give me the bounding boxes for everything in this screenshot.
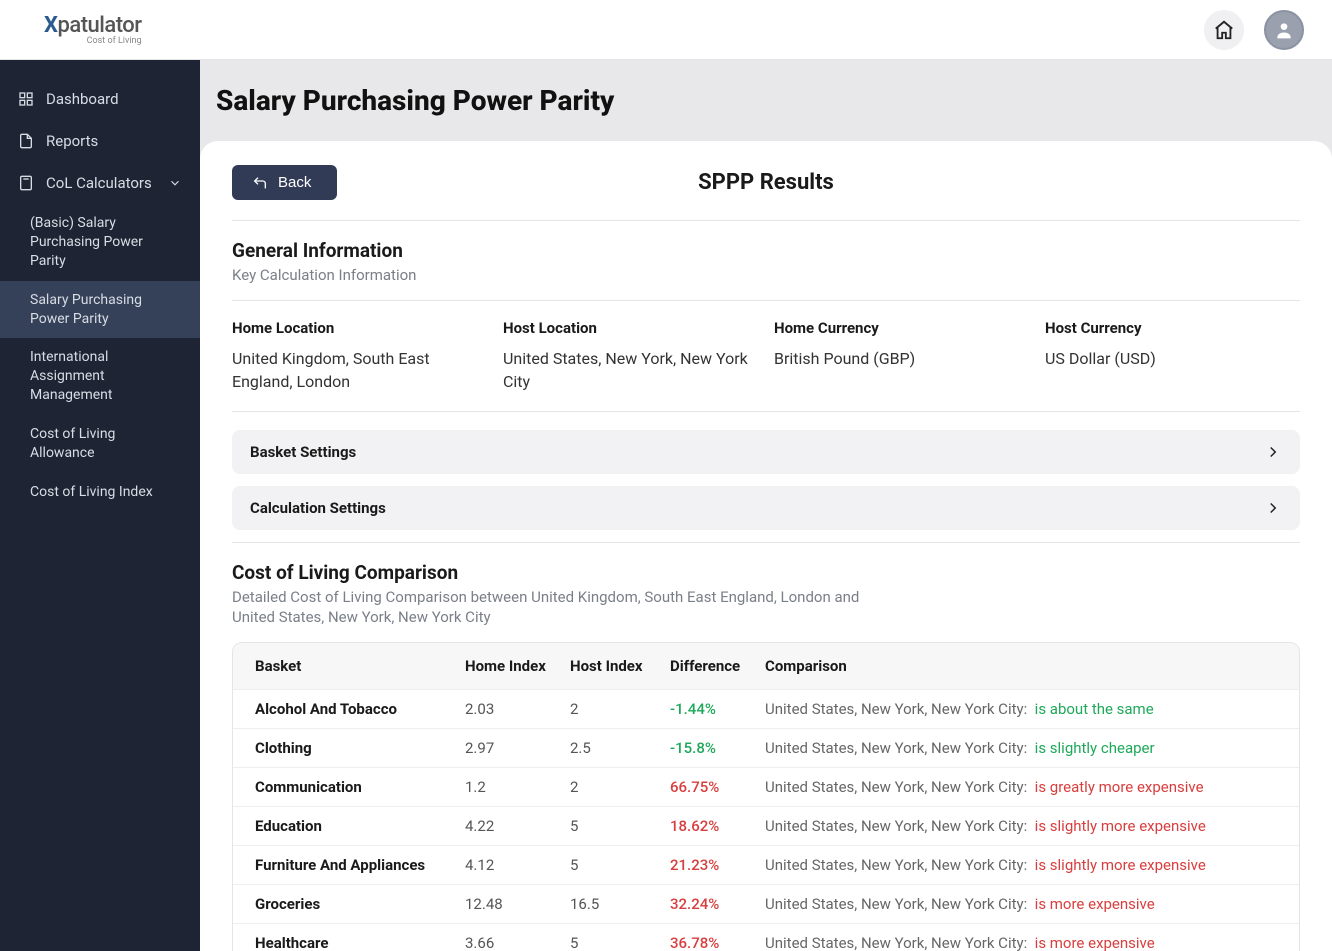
- logo-subtitle: Cost of Living: [44, 36, 142, 46]
- home-location-label: Home Location: [232, 319, 487, 337]
- logo-rest: patulator: [57, 13, 141, 38]
- table-row: Furniture And Appliances4.12521.23%Unite…: [233, 845, 1299, 884]
- col-head-basket: Basket: [255, 657, 465, 675]
- basket-name: Alcohol And Tobacco: [255, 700, 465, 718]
- document-icon: [18, 133, 34, 149]
- basket-name: Education: [255, 817, 465, 835]
- host-location-label: Host Location: [503, 319, 758, 337]
- comparison-sub-2: United States, New York, New York City: [232, 608, 1300, 626]
- comparison-text: United States, New York, New York City: …: [765, 895, 1277, 913]
- results-title: SPPP Results: [698, 170, 834, 195]
- sidebar-sub-cola[interactable]: Cost of Living Allowance: [0, 415, 200, 473]
- sidebar-sub-iam[interactable]: International Assignment Management: [0, 338, 200, 415]
- general-info-grid: Home Location United Kingdom, South East…: [232, 319, 1300, 393]
- host-index: 5: [570, 934, 670, 951]
- difference: 36.78%: [670, 934, 765, 951]
- sidebar-item-calculators[interactable]: CoL Calculators: [0, 162, 200, 204]
- sidebar-item-label: Dashboard: [46, 90, 119, 108]
- accordion-label: Basket Settings: [250, 443, 356, 461]
- difference: 66.75%: [670, 778, 765, 796]
- host-index: 2.5: [570, 739, 670, 757]
- comparison-text: United States, New York, New York City: …: [765, 934, 1277, 951]
- table-row: Education4.22518.62%United States, New Y…: [233, 806, 1299, 845]
- undo-icon: [252, 175, 268, 191]
- col-head-diff: Difference: [670, 657, 765, 675]
- host-currency-value: US Dollar (USD): [1045, 347, 1300, 370]
- general-info-subtitle: Key Calculation Information: [232, 266, 1300, 284]
- basket-name: Clothing: [255, 739, 465, 757]
- table-row: Alcohol And Tobacco2.032-1.44%United Sta…: [233, 689, 1299, 728]
- comparison-title: Cost of Living Comparison: [232, 561, 1300, 584]
- table-header-row: Basket Home Index Host Index Difference …: [233, 643, 1299, 689]
- difference: 18.62%: [670, 817, 765, 835]
- home-index: 12.48: [465, 895, 570, 913]
- difference: 32.24%: [670, 895, 765, 913]
- home-icon[interactable]: [1204, 10, 1244, 50]
- host-currency-label: Host Currency: [1045, 319, 1300, 337]
- table-row: Communication1.2266.75%United States, Ne…: [233, 767, 1299, 806]
- chevron-right-icon: [1264, 443, 1282, 461]
- logo[interactable]: Xpatulator Cost of Living: [44, 13, 142, 46]
- sidebar: Dashboard Reports CoL Calculators (Basic…: [0, 60, 200, 951]
- home-index: 4.22: [465, 817, 570, 835]
- difference: -15.8%: [670, 739, 765, 757]
- table-row: Healthcare3.66536.78%United States, New …: [233, 923, 1299, 951]
- comparison-text: United States, New York, New York City: …: [765, 778, 1277, 796]
- sidebar-item-label: CoL Calculators: [46, 174, 152, 192]
- col-head-home: Home Index: [465, 657, 570, 675]
- table-row: Groceries12.4816.532.24%United States, N…: [233, 884, 1299, 923]
- home-index: 1.2: [465, 778, 570, 796]
- home-index: 2.97: [465, 739, 570, 757]
- home-index: 3.66: [465, 934, 570, 951]
- basket-name: Healthcare: [255, 934, 465, 951]
- basket-name: Groceries: [255, 895, 465, 913]
- page-title: Salary Purchasing Power Parity: [216, 84, 1316, 117]
- sidebar-item-label: Reports: [46, 132, 98, 150]
- host-location-value: United States, New York, New York City: [503, 347, 758, 393]
- host-index: 2: [570, 778, 670, 796]
- accordion-basket-settings[interactable]: Basket Settings: [232, 430, 1300, 474]
- chevron-down-icon: [168, 176, 182, 190]
- sidebar-sub-coli[interactable]: Cost of Living Index: [0, 473, 200, 512]
- host-index: 2: [570, 700, 670, 718]
- comparison-text: United States, New York, New York City: …: [765, 739, 1277, 757]
- home-location-value: United Kingdom, South East England, Lond…: [232, 347, 487, 393]
- topbar: Xpatulator Cost of Living: [0, 0, 1332, 60]
- difference: 21.23%: [670, 856, 765, 874]
- sidebar-item-dashboard[interactable]: Dashboard: [0, 78, 200, 120]
- comparison-sub-1: Detailed Cost of Living Comparison betwe…: [232, 588, 1300, 606]
- comparison-text: United States, New York, New York City: …: [765, 700, 1277, 718]
- sidebar-item-reports[interactable]: Reports: [0, 120, 200, 162]
- difference: -1.44%: [670, 700, 765, 718]
- basket-name: Communication: [255, 778, 465, 796]
- comparison-text: United States, New York, New York City: …: [765, 817, 1277, 835]
- accordion-label: Calculation Settings: [250, 499, 386, 517]
- col-head-cmp: Comparison: [765, 657, 1277, 675]
- home-currency-value: British Pound (GBP): [774, 347, 1029, 370]
- home-index: 2.03: [465, 700, 570, 718]
- sidebar-sub-sppp[interactable]: Salary Purchasing Power Parity: [0, 281, 200, 339]
- chevron-right-icon: [1264, 499, 1282, 517]
- dashboard-icon: [18, 91, 34, 107]
- basket-name: Furniture And Appliances: [255, 856, 465, 874]
- comparison-text: United States, New York, New York City: …: [765, 856, 1277, 874]
- col-head-host: Host Index: [570, 657, 670, 675]
- back-button-label: Back: [278, 174, 311, 191]
- comparison-table: Basket Home Index Host Index Difference …: [232, 642, 1300, 951]
- user-avatar-icon[interactable]: [1264, 10, 1304, 50]
- general-info-title: General Information: [232, 239, 1300, 262]
- accordion-calculation-settings[interactable]: Calculation Settings: [232, 486, 1300, 530]
- host-index: 5: [570, 856, 670, 874]
- home-currency-label: Home Currency: [774, 319, 1029, 337]
- calculator-icon: [18, 175, 34, 191]
- sidebar-sub-basic-sppp[interactable]: (Basic) Salary Purchasing Power Parity: [0, 204, 200, 281]
- main-content: Salary Purchasing Power Parity Back SPPP…: [200, 60, 1332, 951]
- table-row: Clothing2.972.5-15.8%United States, New …: [233, 728, 1299, 767]
- back-button[interactable]: Back: [232, 165, 337, 200]
- home-index: 4.12: [465, 856, 570, 874]
- host-index: 5: [570, 817, 670, 835]
- host-index: 16.5: [570, 895, 670, 913]
- logo-x: X: [44, 13, 57, 38]
